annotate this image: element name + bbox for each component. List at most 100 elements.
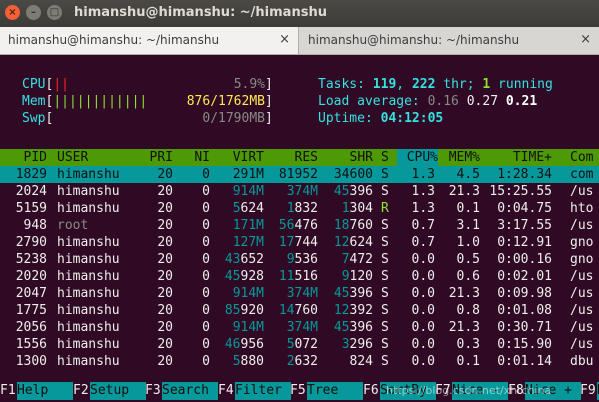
fkey-f4[interactable]: F4 — [218, 382, 234, 400]
fkey-f9[interactable]: F9 — [580, 382, 596, 400]
column-header-command[interactable]: Com — [570, 149, 593, 166]
cell-pid: 1829 — [15, 167, 47, 182]
fkey-label-filter[interactable]: Filter — [235, 382, 291, 400]
cell-value-thousands: 5 — [232, 354, 241, 369]
window-minimize-icon[interactable]: – — [26, 5, 41, 20]
tab-close-icon[interactable]: × — [279, 32, 290, 47]
tab-label: himanshu@himanshu: ~/himanshu — [8, 33, 220, 47]
cell-pid: 2047 — [15, 286, 47, 301]
watermark: https://blog.csdn.net/xhtchina — [386, 384, 552, 397]
cell-shr: 9120 — [303, 268, 373, 285]
cpu-meter-value: 5.9% — [233, 77, 265, 92]
uptime-label: Uptime: — [318, 111, 381, 126]
process-row[interactable]: 2024 himanshu 20 0 914M 374M 45396 S 1.3 21.3 15:2… — [0, 183, 599, 200]
cell-pid: 1775 — [15, 303, 47, 318]
cell-shr: 3296 — [303, 336, 373, 353]
tasks-count: 119 — [372, 77, 397, 92]
cell-command: /us — [570, 303, 594, 318]
window-close-icon[interactable]: × — [5, 5, 20, 20]
mem-meter-bars: |||||||||||| — [53, 94, 148, 109]
load-1min: 0.16 — [427, 94, 459, 109]
cell-value-thousands: 45 — [224, 269, 241, 284]
process-row[interactable]: 2047 himanshu 20 0 914M 374M 45396 S 0.0 21.3 0:09… — [0, 285, 599, 302]
process-row[interactable]: 5238 himanshu 20 0 43652 9536 7472 S 0.0 0.5 0:00.… — [0, 251, 599, 268]
load-5min: 0.27 — [466, 94, 499, 109]
column-header-time[interactable]: TIME+ — [482, 149, 552, 166]
window-maximize-icon[interactable]: □ — [47, 5, 62, 20]
terminal-area[interactable]: CPU[|| 5.9% ] Mem[|||||||||||| 876/1762M… — [0, 55, 599, 402]
cell-value-thousands: 17 — [278, 235, 295, 250]
threads-suffix: thr; — [435, 77, 483, 92]
cell-command: com — [570, 167, 594, 182]
process-row[interactable]: 5159 himanshu 20 0 5624 1832 1304 R 1.3 0.1 0:04.7… — [0, 200, 599, 217]
cell-value-thousands: 46 — [224, 337, 241, 352]
process-row-selected[interactable]: 1829 himanshu 20 0 291M 81952 34600 S 1.3 4.5 1:28… — [0, 166, 599, 183]
cell-command: gno — [570, 252, 594, 267]
fkey-f2[interactable]: F2 — [73, 382, 89, 400]
cell-command: dbu — [570, 354, 594, 369]
cell-mem: 0.6 — [456, 269, 480, 284]
cell-time: 15:25.55 — [489, 184, 552, 199]
process-row[interactable]: 1300 himanshu 20 0 5880 2632 824 S 0.0 0.1 0:01.14… — [0, 353, 599, 370]
process-table-header[interactable]: PID USER PRI NI VIRT RES SHR S CPU% MEM% TIME+ Com — [0, 149, 599, 166]
cell-command: /us — [570, 320, 594, 335]
fkey-label-setup[interactable]: Setup — [90, 382, 146, 400]
cell-time: 0:02.01 — [497, 269, 552, 284]
window-titlebar[interactable]: × – □ himanshu@himanshu: ~/himanshu — [0, 0, 599, 27]
column-header-state[interactable]: S — [381, 149, 389, 166]
tab-label: himanshu@himanshu: ~/himanshu — [308, 33, 520, 47]
cell-pid: 1300 — [15, 354, 47, 369]
process-row[interactable]: 1775 himanshu 20 0 85920 14760 12392 S 0.0 0.8 0:0… — [0, 302, 599, 319]
fkey-f5[interactable]: F5 — [290, 382, 306, 400]
column-header-user[interactable]: USER — [57, 149, 88, 166]
cell-pid: 5238 — [15, 252, 47, 267]
cpu-meter: CPU[|| — [22, 76, 69, 93]
cell-command: /us — [570, 337, 594, 352]
cell-time: 0:09.98 — [497, 286, 552, 301]
swp-meter-value: 0/1790MB — [202, 111, 265, 126]
meter-bracket-close: ] — [265, 77, 273, 92]
load-label: Load average: — [318, 94, 428, 109]
fkey-f6[interactable]: F6 — [363, 382, 379, 400]
cell-value-thousands: 1 — [341, 201, 350, 216]
tab-terminal-2[interactable]: himanshu@himanshu: ~/himanshu × — [300, 27, 599, 54]
cell-value-thousands: 5 — [286, 337, 295, 352]
tasks-summary: Tasks: 119, 222 thr; 1 running — [318, 76, 553, 93]
process-row[interactable]: 2020 himanshu 20 0 45928 11516 9120 S 0.0 0.6 0:02… — [0, 268, 599, 285]
uptime: Uptime: 04:12:05 — [318, 110, 443, 127]
tab-close-icon[interactable]: × — [580, 32, 591, 47]
cell-user: root — [57, 218, 89, 233]
cell-value-thousands: 1 — [286, 201, 295, 216]
process-row[interactable]: 2056 himanshu 20 0 914M 374M 45396 S 0.0 21.3 0:30… — [0, 319, 599, 336]
fkey-label-search[interactable]: Search — [162, 382, 218, 400]
tab-terminal-1[interactable]: himanshu@himanshu: ~/himanshu × — [0, 27, 299, 54]
column-header-shr[interactable]: SHR — [303, 149, 373, 166]
cell-value-thousands: 3 — [341, 337, 350, 352]
cell-value-thousands: 18 — [333, 218, 350, 233]
cell-value-thousands: 56 — [278, 218, 295, 233]
cell-pid: 1556 — [15, 337, 47, 352]
fkey-f3[interactable]: F3 — [145, 382, 161, 400]
cell-mem: 0.3 — [456, 337, 480, 352]
load-average: Load average: 0.16 0.27 0.21 — [318, 93, 537, 110]
column-header-mem[interactable]: MEM% — [410, 149, 480, 166]
running-suffix: running — [490, 77, 553, 92]
load-15min: 0.21 — [505, 94, 538, 109]
cell-mem: 0.1 — [456, 354, 480, 369]
fkey-label-tree[interactable]: Tree — [307, 382, 363, 400]
column-header-pid[interactable]: PID — [0, 149, 47, 166]
tasks-label: Tasks: — [318, 77, 373, 92]
cell-time: 3:17.55 — [497, 218, 552, 233]
process-row[interactable]: 1556 himanshu 20 0 46956 5072 3296 S 0.0 0.3 0:15.… — [0, 336, 599, 353]
cell-value-thousands: 12 — [333, 303, 350, 318]
cell-command: /us — [570, 218, 594, 233]
cell-shr: 18760 — [303, 217, 373, 234]
meter-bracket-close: ] — [265, 94, 273, 109]
fkey-f1[interactable]: F1 — [0, 382, 16, 400]
fkey-label-help[interactable]: Help — [17, 382, 73, 400]
cell-mem: 0.1 — [456, 201, 480, 216]
cell-value-thousands: 12 — [333, 235, 350, 250]
process-row[interactable]: 948 root 20 0 171M 56476 18760 S 0.7 3.1 3:17.55/u… — [0, 217, 599, 234]
cpu-meter-label: CPU — [22, 77, 46, 92]
process-row[interactable]: 2790 himanshu 20 0 127M 17744 12624 S 0.7 1.0 0:12… — [0, 234, 599, 251]
